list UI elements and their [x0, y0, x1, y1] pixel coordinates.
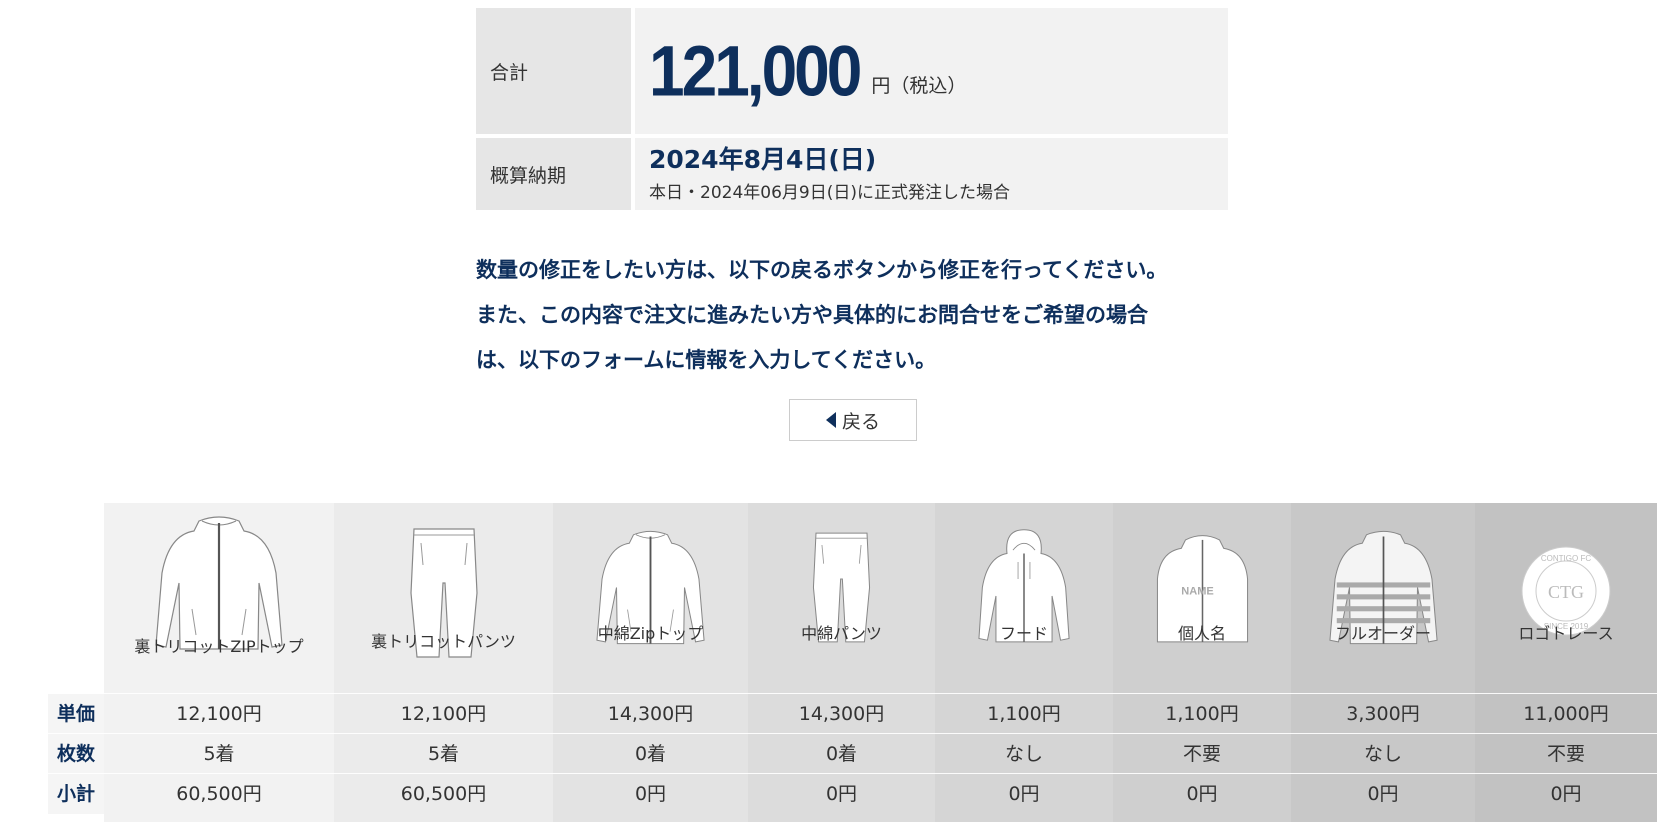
product-name: 中綿Zipトップ	[597, 624, 704, 643]
product-column: フルオーダー 3,300円 なし 0円	[1291, 503, 1475, 822]
product-price: 12,100円	[176, 703, 262, 725]
product-subtotal: 60,500円	[176, 783, 262, 805]
svg-text:CTG: CTG	[1548, 582, 1584, 602]
total-unit: 円（税込）	[871, 74, 967, 97]
product-subtotal: 0円	[1550, 783, 1582, 805]
product-price: 3,300円	[1346, 703, 1420, 725]
product-price: 14,300円	[607, 703, 694, 725]
product-name: 中綿パンツ	[801, 624, 882, 643]
back-button[interactable]: 戻る	[789, 399, 917, 441]
product-price: 1,100円	[987, 703, 1061, 725]
row-divider	[48, 733, 1657, 734]
striped-jacket-icon	[1291, 528, 1475, 668]
product-column: 中綿Zipトップ 14,300円 0着 0円	[553, 503, 748, 822]
total-value: 121,000 円（税込）	[635, 8, 1228, 134]
product-column: 裏トリコットZIPトップ 12,100円 5着 60,500円	[104, 503, 334, 822]
row-divider	[48, 773, 1657, 774]
product-column: 裏トリコットパンツ 12,100円 5着 60,500円	[334, 503, 553, 822]
delivery-date: 2024年8月4日(日)	[649, 145, 877, 174]
product-name: フルオーダー	[1334, 624, 1431, 643]
total-amount: 121,000	[649, 30, 862, 112]
product-subtotal: 60,500円	[400, 783, 487, 805]
total-row: 合計 121,000 円（税込）	[476, 8, 1228, 134]
row-divider	[48, 693, 1657, 694]
product-subtotal: 0円	[1008, 783, 1040, 805]
logo-emblem-icon: CTG CONTIGO FC SINCE 2019	[1475, 541, 1657, 681]
row-label-price: 単価	[48, 694, 104, 734]
delivery-row: 概算納期 2024年8月4日(日) 本日・2024年06月9日(日)に正式発注し…	[476, 138, 1228, 210]
order-summary: 合計 121,000 円（税込） 概算納期 2024年8月4日(日) 本日・20…	[476, 8, 1228, 214]
product-column: CTG CONTIGO FC SINCE 2019 ロゴトレース 11,000円不…	[1475, 503, 1657, 822]
product-qty: なし	[1363, 743, 1402, 765]
svg-text:CONTIGO FC: CONTIGO FC	[1541, 554, 1591, 563]
product-price: 12,100円	[400, 703, 487, 725]
back-button-label: 戻る	[841, 410, 880, 433]
product-subtotal: 0円	[634, 783, 667, 805]
row-label-subtotal: 小計	[48, 774, 104, 814]
product-price: 14,300円	[798, 703, 885, 725]
product-name: 裏トリコットZIPトップ	[134, 637, 304, 656]
message-line: は、以下のフォームに情報を入力してください。	[476, 348, 937, 372]
instruction-message: 数量の修正をしたい方は、以下の戻るボタンから修正を行ってください。 また、この内…	[476, 248, 1246, 383]
message-line: また、この内容で注文に進みたい方や具体的にお問合せをご希望の場合	[476, 303, 1148, 327]
product-qty: 0着	[825, 743, 858, 765]
product-subtotal: 0円	[825, 783, 858, 805]
message-line: 数量の修正をしたい方は、以下の戻るボタンから修正を行ってください。	[476, 258, 1168, 282]
triangle-left-icon	[825, 412, 836, 428]
product-name: ロゴトレース	[1518, 624, 1614, 643]
product-name: 裏トリコットパンツ	[371, 632, 516, 651]
delivery-value: 2024年8月4日(日) 本日・2024年06月9日(日)に正式発注した場合	[635, 138, 1228, 210]
row-label-qty: 枚数	[48, 734, 104, 774]
product-name: フード	[999, 624, 1048, 643]
product-qty: なし	[1004, 743, 1043, 765]
pants-icon	[748, 528, 935, 668]
product-price-table: 単価 枚数 小計 裏トリコットZIPトップ 12,100円 5着 60,500円 裏トリコ…	[48, 503, 1657, 822]
product-price: 11,000円	[1523, 703, 1609, 725]
product-qty: 不要	[1182, 743, 1221, 765]
product-qty: 不要	[1546, 743, 1585, 765]
product-subtotal: 0円	[1367, 783, 1399, 805]
hoodie-icon	[935, 528, 1113, 668]
product-column: 中綿パンツ 14,300円 0着 0円	[748, 503, 935, 822]
product-qty: 0着	[634, 743, 667, 765]
zip-jacket-icon	[553, 528, 748, 668]
svg-text:NAME: NAME	[1181, 585, 1214, 597]
total-label: 合計	[476, 8, 631, 134]
name-print-jacket-icon: NAME	[1113, 528, 1291, 668]
product-name: 個人名	[1177, 624, 1226, 643]
delivery-note: 本日・2024年06月9日(日)に正式発注した場合	[649, 183, 1010, 203]
product-subtotal: 0円	[1186, 783, 1218, 805]
product-qty: 5着	[427, 743, 460, 765]
product-qty: 5着	[203, 743, 235, 765]
delivery-label: 概算納期	[476, 138, 631, 210]
product-column: NAME 個人名 1,100円 不要 0円	[1113, 503, 1291, 822]
zip-jacket-icon	[104, 513, 334, 653]
product-price: 1,100円	[1165, 703, 1239, 725]
product-column: フード 1,100円 なし 0円	[935, 503, 1113, 822]
